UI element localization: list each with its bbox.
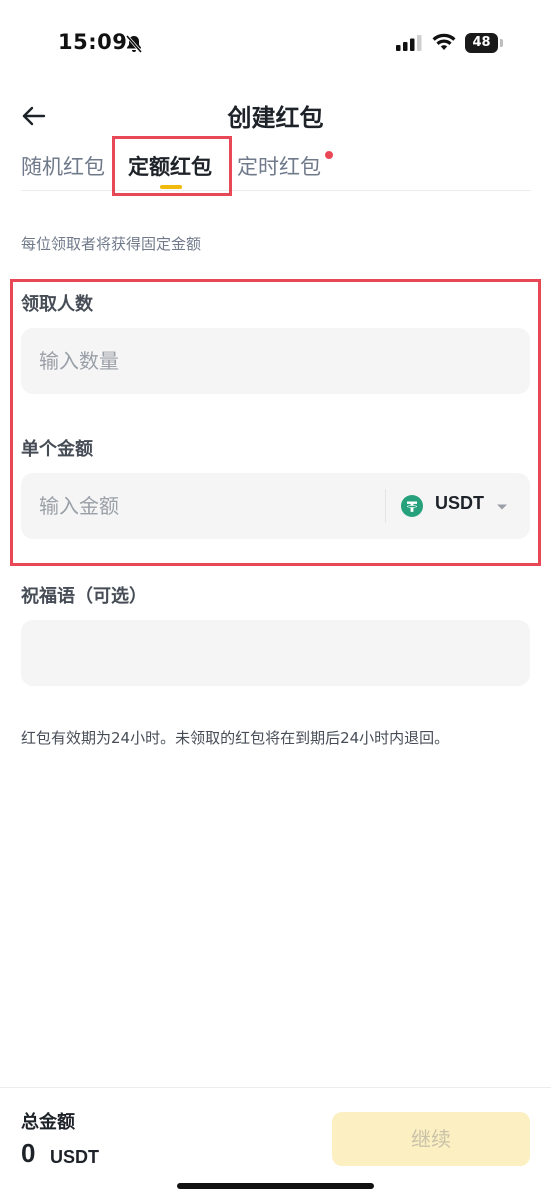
- greeting-input[interactable]: [39, 620, 509, 686]
- footer-divider: [0, 1087, 551, 1088]
- page-title: 创建红包: [227, 104, 324, 132]
- tab-random-red-packet[interactable]: 随机红包: [21, 151, 105, 181]
- tab-timed-red-packet[interactable]: 定时红包: [237, 151, 321, 181]
- home-indicator: [177, 1183, 374, 1189]
- bell-muted-icon: [125, 35, 143, 53]
- status-time: 15:09: [58, 30, 128, 54]
- currency-selector[interactable]: USDT: [401, 473, 526, 539]
- amount-input[interactable]: [39, 473, 369, 539]
- total-value: 0: [21, 1138, 36, 1168]
- amount-label: 单个金额: [21, 439, 93, 460]
- expiry-note: 红包有效期为24小时。未领取的红包将在到期后24小时内退回。: [21, 729, 450, 747]
- mode-description: 每位领取者将获得固定金额: [21, 235, 202, 253]
- currency-label: USDT: [435, 493, 484, 513]
- tabs-divider: [21, 190, 531, 191]
- greeting-field: [21, 620, 530, 686]
- recipients-field: [21, 328, 530, 394]
- highlight-box-tab: [112, 136, 232, 196]
- usdt-icon: [401, 495, 423, 517]
- recipients-label: 领取人数: [21, 294, 93, 315]
- new-dot-badge: [325, 151, 333, 159]
- amount-field: USDT: [21, 473, 530, 539]
- caret-down-icon: [497, 504, 507, 510]
- continue-button[interactable]: 继续: [332, 1112, 530, 1166]
- total-label: 总金额: [21, 1112, 75, 1133]
- field-divider: [385, 489, 386, 523]
- recipients-input[interactable]: [39, 328, 509, 394]
- cellular-signal-icon: [396, 35, 422, 51]
- wifi-icon: [432, 33, 456, 50]
- total-unit: USDT: [50, 1147, 99, 1167]
- battery-level: 48: [465, 33, 498, 53]
- greeting-label: 祝福语（可选）: [21, 586, 147, 607]
- battery-icon: 48: [465, 33, 503, 53]
